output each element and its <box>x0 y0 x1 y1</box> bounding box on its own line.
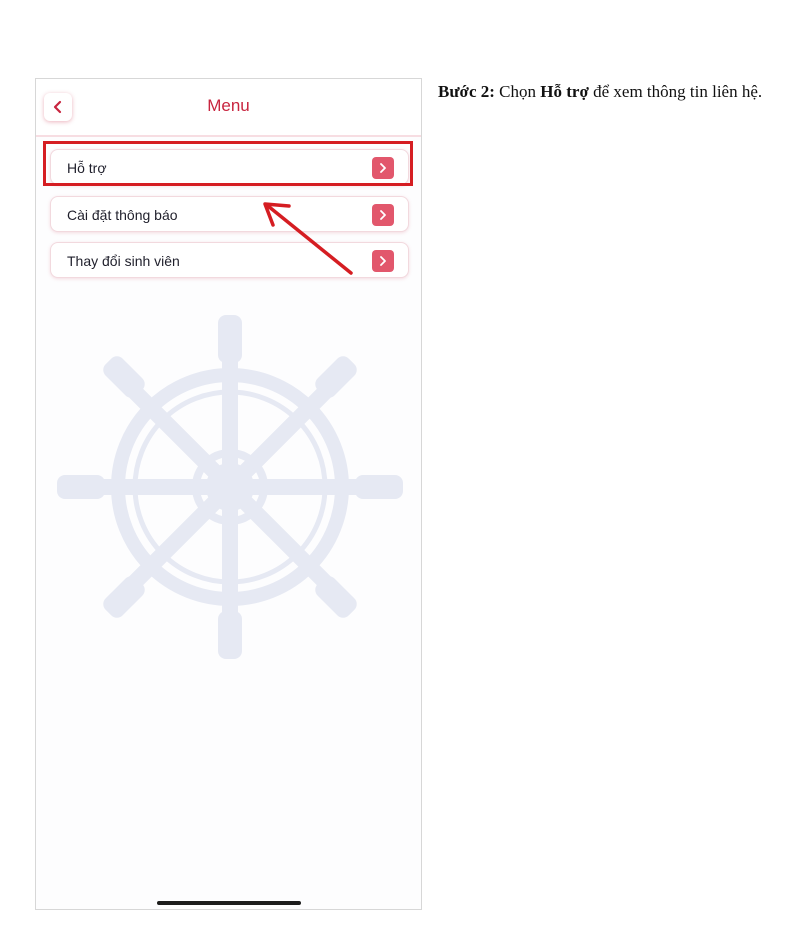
menu-item-label: Thay đổi sinh viên <box>67 253 180 269</box>
menu-item-label: Cài đặt thông báo <box>67 207 178 223</box>
chevron-right-icon <box>372 250 394 272</box>
step-label: Bước 2: <box>438 82 495 101</box>
instruction-part: Chọn <box>494 82 541 101</box>
phone-screen: Menu Hỗ trợ Cài đặt thông báo Thay đổi s… <box>35 78 422 910</box>
chevron-right-icon <box>372 204 394 226</box>
instruction-text: Bước 2: Chọn Hỗ trợ để xem thông tin liê… <box>438 80 778 104</box>
home-indicator <box>157 901 301 905</box>
menu-item-notification-settings[interactable]: Cài đặt thông báo <box>50 196 409 232</box>
instruction-target: Hỗ trợ <box>540 82 589 101</box>
highlight-box <box>43 141 413 186</box>
app-header: Menu <box>36 79 421 137</box>
page-title: Menu <box>207 96 250 115</box>
ship-wheel-icon <box>57 315 403 659</box>
menu-item-change-student[interactable]: Thay đổi sinh viên <box>50 242 409 278</box>
instruction-part: để xem thông tin liên hệ. <box>588 82 763 101</box>
